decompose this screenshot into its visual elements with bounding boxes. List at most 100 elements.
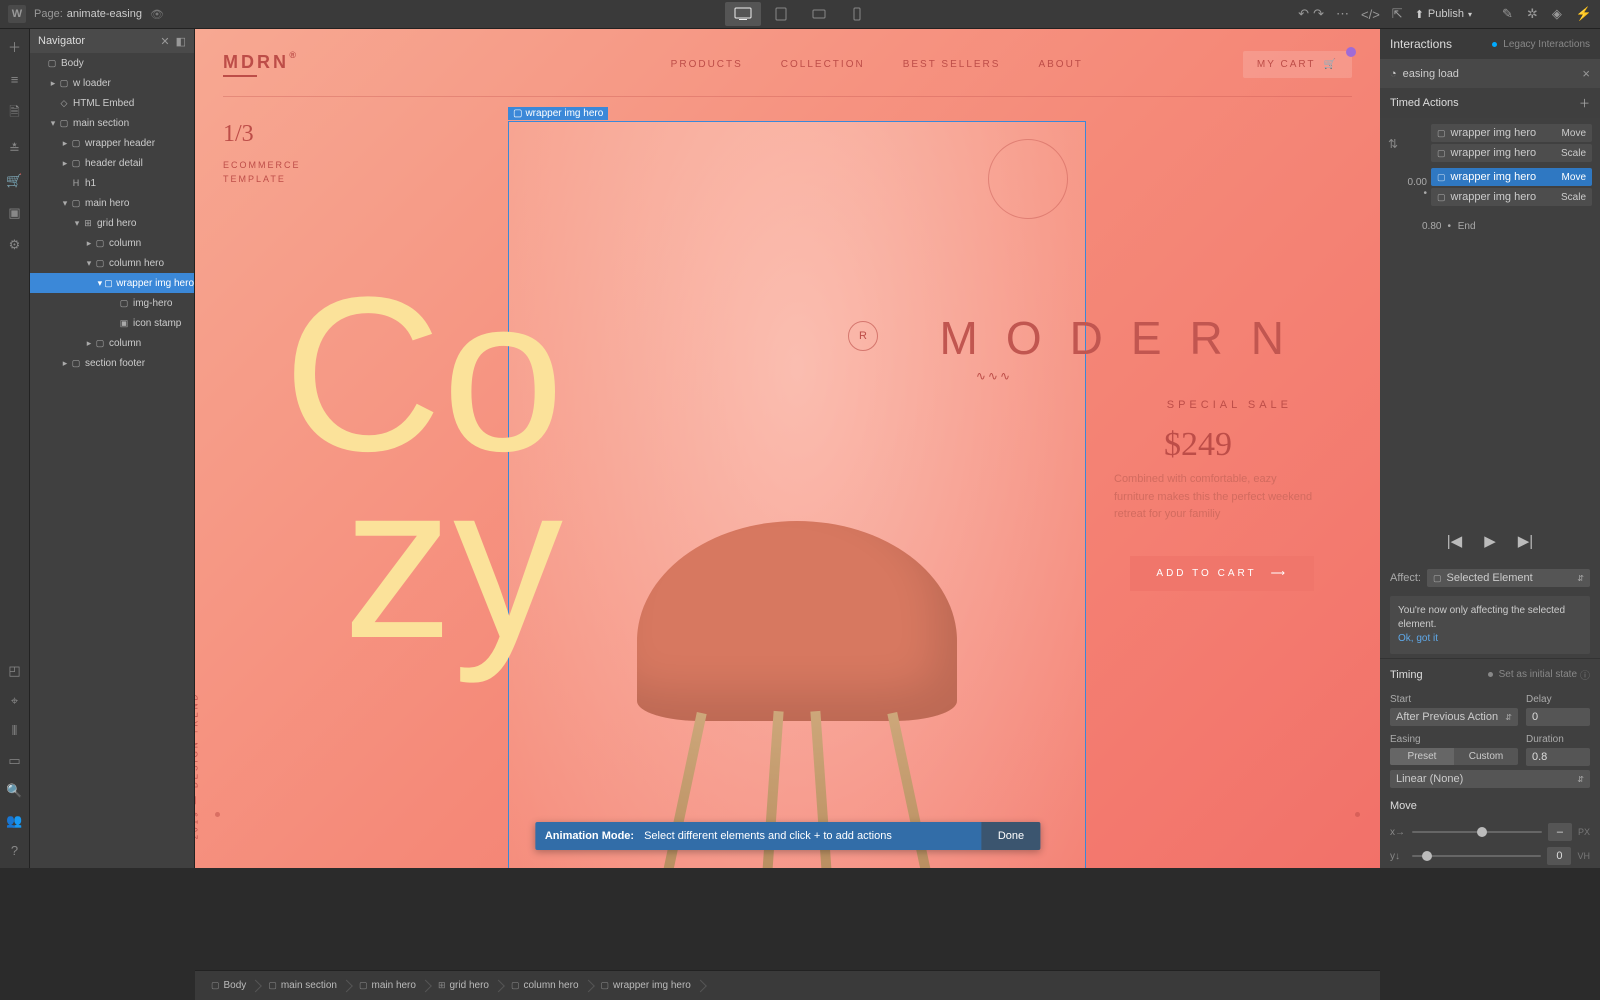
nav-item-main-hero[interactable]: ▾▢main hero [30, 193, 194, 213]
hero: 1/3 ECOMMERCE TEMPLATE Co zy R [223, 121, 1352, 841]
nav-item-header-detail[interactable]: ▸▢header detail [30, 153, 194, 173]
page-name[interactable]: animate-easing [67, 8, 142, 20]
video-icon[interactable]: ▭ [8, 753, 20, 769]
publish-button[interactable]: ⬆ Publish ▾ [1415, 8, 1472, 21]
selection-tag[interactable]: ▢wrapper img hero [508, 107, 608, 120]
webflow-logo[interactable]: W [8, 5, 26, 23]
info-icon[interactable]: ⓘ [1580, 667, 1590, 682]
timeline-action[interactable]: ▢wrapper img heroMove [1431, 168, 1592, 186]
settings-gear-icon[interactable]: ⚙ [9, 237, 21, 253]
canvas[interactable]: MDRN® PRODUCTS COLLECTION BEST SELLERS A… [195, 29, 1380, 868]
tablet-device[interactable] [763, 2, 799, 26]
nav-item-w-loader[interactable]: ▸▢w loader [30, 73, 194, 93]
interactions-icon[interactable]: ⚡ [1576, 6, 1592, 22]
navigator-pin-icon[interactable]: ◧ [176, 35, 186, 48]
code-icon[interactable]: </> [1361, 7, 1380, 22]
delay-input[interactable]: 0 [1526, 708, 1590, 726]
initial-state-toggle[interactable]: Set as initial state [1499, 669, 1577, 680]
nav-about[interactable]: ABOUT [1038, 59, 1082, 70]
arrow-right-icon: ⟶ [1271, 568, 1288, 579]
undo-icon[interactable]: ↶ [1298, 6, 1309, 22]
users-icon[interactable]: 👥 [6, 813, 22, 829]
x-unit[interactable]: PX [1578, 827, 1590, 837]
easing-curve-select[interactable]: Linear (None)⇵ [1390, 770, 1590, 788]
mobile-device[interactable] [839, 2, 875, 26]
interactions-title: Interactions [1390, 37, 1452, 51]
close-animation-icon[interactable]: × [1582, 66, 1590, 81]
affect-note: You're now only affecting the selected e… [1390, 596, 1590, 654]
anim-done-button[interactable]: Done [982, 822, 1040, 850]
nav-item-grid-hero[interactable]: ▾⊞grid hero [30, 213, 194, 233]
note-dismiss-link[interactable]: Ok, got it [1398, 633, 1438, 644]
audit-icon[interactable]: ◰ [8, 663, 20, 679]
animation-name[interactable]: easing load [1403, 68, 1459, 80]
slide-dot-right[interactable] [1355, 812, 1360, 817]
ecommerce-icon[interactable]: 🛒 [6, 173, 22, 189]
nav-item-wrapper-header[interactable]: ▸▢wrapper header [30, 133, 194, 153]
nav-item-h1[interactable]: Hh1 [30, 173, 194, 193]
redo-icon[interactable]: ↷ [1313, 6, 1324, 22]
timing-header: Timing Set as initial state ⓘ [1380, 658, 1600, 690]
crumb-main-section[interactable]: ▢main section [260, 977, 351, 994]
legacy-link[interactable]: Legacy Interactions [1503, 39, 1590, 50]
crumb-wrapper-img-hero[interactable]: ▢wrapper img hero [593, 977, 705, 994]
skip-back-icon[interactable]: |◀ [1447, 532, 1462, 550]
start-select[interactable]: After Previous Action⇵ [1390, 708, 1518, 726]
nav-item-img-hero[interactable]: ▢img-hero [30, 293, 194, 313]
x-slider[interactable] [1412, 831, 1542, 833]
brush-icon[interactable]: ✎ [1502, 6, 1513, 22]
style-manager-icon[interactable]: ◈ [1552, 6, 1562, 22]
y-unit[interactable]: VH [1577, 851, 1590, 861]
timeline-action[interactable]: ▢wrapper img heroScale [1431, 188, 1592, 206]
timeline-action[interactable]: ▢wrapper img heroScale [1431, 144, 1592, 162]
duration-input[interactable]: 0.8 [1526, 748, 1590, 766]
crumb-Body[interactable]: ▢Body [203, 977, 260, 994]
preview-icon[interactable]: 👁 [150, 8, 164, 21]
nav-bestsellers[interactable]: BEST SELLERS [903, 59, 1001, 70]
y-value[interactable]: 0 [1547, 847, 1571, 865]
x-value[interactable]: – [1548, 823, 1572, 841]
add-to-cart-button[interactable]: ADD TO CART ⟶ [1130, 556, 1314, 591]
desktop-device[interactable] [725, 2, 761, 26]
help-icon[interactable]: ? [11, 843, 18, 858]
navigator-icon[interactable]: ≡ [11, 72, 19, 87]
add-icon[interactable]: ＋ [8, 37, 21, 56]
nav-item-column[interactable]: ▸▢column [30, 233, 194, 253]
add-action-icon[interactable]: ＋ [1579, 95, 1590, 111]
header-divider [223, 96, 1352, 97]
timeline-action[interactable]: ▢wrapper img heroMove [1431, 124, 1592, 142]
nav-item-wrapper-img-hero[interactable]: ▾▢wrapper img hero [30, 273, 194, 293]
nav-item-Body[interactable]: ▢Body [30, 53, 194, 73]
crumb-main-hero[interactable]: ▢main hero [351, 977, 430, 994]
cms-icon[interactable]: ≛ [9, 141, 20, 157]
y-slider[interactable] [1412, 855, 1541, 857]
comments-icon[interactable]: ⋯ [1336, 6, 1349, 22]
nav-item-column-hero[interactable]: ▾▢column hero [30, 253, 194, 273]
chart-icon[interactable]: ⫴ [12, 723, 17, 739]
assets-icon[interactable]: ▣ [8, 205, 20, 221]
nav-item-main-section[interactable]: ▾▢main section [30, 113, 194, 133]
search-icon[interactable]: 🔍 [6, 783, 22, 799]
slide-dot-left[interactable] [215, 812, 220, 817]
nav-item-icon-stamp[interactable]: ▣icon stamp [30, 313, 194, 333]
nav-collection[interactable]: COLLECTION [781, 59, 865, 70]
pages-icon[interactable]: 🗎 [9, 103, 19, 125]
nav-item-section-footer[interactable]: ▸▢section footer [30, 353, 194, 373]
target-icon[interactable]: ⌖ [11, 693, 18, 709]
brand-logo[interactable]: MDRN® [223, 52, 289, 73]
tablet-landscape-device[interactable] [801, 2, 837, 26]
nav-products[interactable]: PRODUCTS [671, 59, 743, 70]
skip-forward-icon[interactable]: ▶| [1518, 532, 1533, 550]
crumb-grid-hero[interactable]: ⊞grid hero [430, 977, 503, 994]
nav-item-column[interactable]: ▸▢column [30, 333, 194, 353]
navigator-close-icon[interactable]: ✕ [160, 35, 169, 48]
play-icon[interactable]: ▶ [1484, 532, 1496, 550]
export-icon[interactable]: ⇱ [1392, 6, 1403, 22]
easing-preset-option[interactable]: Preset [1390, 748, 1454, 765]
settings-icon[interactable]: ✲ [1527, 6, 1538, 22]
crumb-column-hero[interactable]: ▢column hero [503, 977, 593, 994]
easing-custom-option[interactable]: Custom [1454, 748, 1518, 765]
cart-button[interactable]: MY CART 🛒 [1243, 51, 1352, 78]
nav-item-HTML-Embed[interactable]: ◇HTML Embed [30, 93, 194, 113]
affect-select[interactable]: ▢ Selected Element ⇵ [1427, 569, 1590, 587]
